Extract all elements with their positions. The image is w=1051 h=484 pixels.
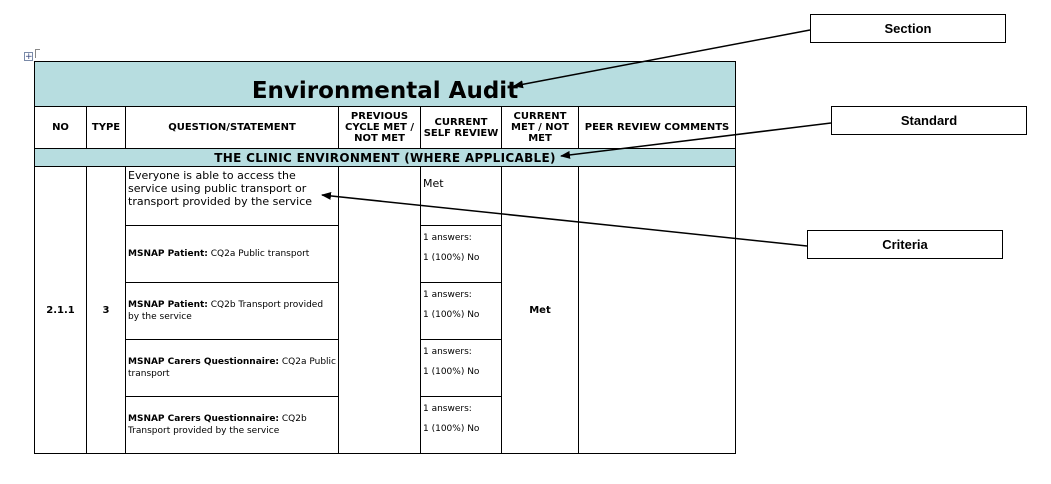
- standard-arrow: [560, 122, 832, 159]
- section-arrow: [513, 29, 811, 89]
- criteria-arrow: [321, 191, 808, 247]
- callout-arrows: [321, 29, 832, 247]
